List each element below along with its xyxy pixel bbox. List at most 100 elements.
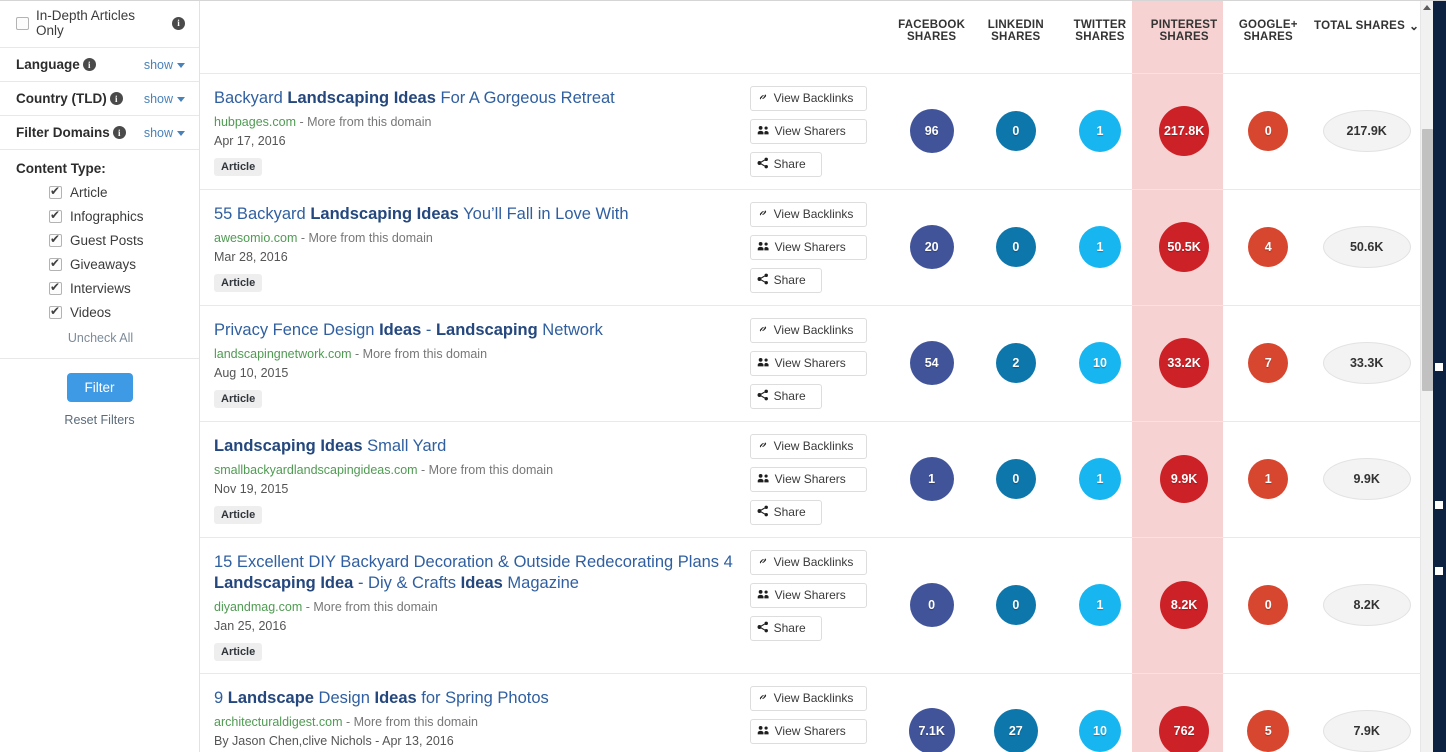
content-type-item-giveaways[interactable]: Giveaways xyxy=(16,256,185,272)
total-shares-pill: 50.6K xyxy=(1322,226,1411,268)
results-panel: FACEBOOK SHARES LINKEDIN SHARES TWITTER … xyxy=(200,1,1446,752)
article-title-link[interactable]: 15 Excellent DIY Backyard Decoration & O… xyxy=(214,552,736,594)
results-scrollbar-thumb[interactable] xyxy=(1422,129,1433,391)
linkedin-shares-cell: 0 xyxy=(974,73,1058,189)
content-type-item-videos[interactable]: Videos xyxy=(16,304,185,320)
filter-group-filter-domains-title: Filter Domains i xyxy=(16,125,144,140)
uncheck-all-link[interactable]: Uncheck All xyxy=(16,329,185,346)
facebook-shares-bubble: 20 xyxy=(909,225,954,269)
share-nodes-icon xyxy=(757,621,769,636)
content-type-title: Content Type: xyxy=(16,161,106,176)
share-nodes-action-button[interactable]: Share xyxy=(749,267,822,293)
content-type-checkbox-guest-posts[interactable] xyxy=(49,232,62,247)
total-shares-cell: 9.9K xyxy=(1310,421,1423,537)
link-action-button[interactable]: View Backlinks xyxy=(749,85,867,111)
share-nodes-icon xyxy=(757,505,769,520)
row-actions-cell: View BacklinksView SharersShare xyxy=(749,673,890,752)
users-action-button[interactable]: View Sharers xyxy=(749,718,867,744)
article-domain-link[interactable]: landscapingnetwork.com xyxy=(214,347,352,361)
article-domain-link[interactable]: diyandmag.com xyxy=(214,600,302,614)
share-nodes-icon xyxy=(757,389,769,404)
results-table-header: FACEBOOK SHARES LINKEDIN SHARES TWITTER … xyxy=(200,1,1423,73)
link-action-button[interactable]: View Backlinks xyxy=(749,549,867,575)
filter-group-country-tld-label: Country (TLD) xyxy=(16,91,107,106)
linkedin-shares-bubble: 27 xyxy=(993,709,1038,752)
more-from-domain-link[interactable]: - More from this domain xyxy=(302,600,438,614)
more-from-domain-link[interactable]: - More from this domain xyxy=(418,463,553,477)
header-linkedin-shares[interactable]: LINKEDIN SHARES xyxy=(974,1,1058,73)
linkedin-shares-bubble: 0 xyxy=(995,227,1036,267)
share-nodes-action-button[interactable]: Share xyxy=(749,151,822,177)
article-cell: Privacy Fence Design Ideas - Landscaping… xyxy=(200,305,750,421)
content-type-checkbox-interviews[interactable] xyxy=(49,280,62,295)
users-action-button[interactable]: View Sharers xyxy=(749,466,867,492)
content-type-item-interviews[interactable]: Interviews xyxy=(16,280,185,296)
users-action-button[interactable]: View Sharers xyxy=(749,582,867,608)
users-action-button[interactable]: View Sharers xyxy=(749,234,867,260)
header-twitter-shares[interactable]: TWITTER SHARES xyxy=(1058,1,1142,73)
filter-group-language-toggle[interactable]: show xyxy=(144,58,185,72)
content-type-checkbox-article[interactable] xyxy=(49,184,62,199)
filter-group-filter-domains-label: Filter Domains xyxy=(16,125,110,140)
article-domain-link[interactable]: smallbackyardlandscapingideas.com xyxy=(214,463,418,477)
scroll-up-arrow-icon[interactable] xyxy=(1423,5,1431,10)
header-total-shares[interactable]: TOTAL SHARES ⌄ xyxy=(1310,1,1423,73)
content-type-checkbox-infographics[interactable] xyxy=(49,208,62,223)
link-action-button[interactable]: View Backlinks xyxy=(749,433,867,459)
total-shares-pill: 9.9K xyxy=(1322,458,1411,500)
article-title-link[interactable]: Landscaping Ideas Small Yard xyxy=(214,436,736,457)
filter-group-country-tld-title: Country (TLD) i xyxy=(16,91,144,106)
results-scrollbar[interactable] xyxy=(1420,1,1433,752)
link-action-button[interactable]: View Backlinks xyxy=(749,201,867,227)
info-icon[interactable]: i xyxy=(112,126,126,139)
article-date: By Jason Chen,clive Nichols - Apr 13, 20… xyxy=(214,733,454,748)
share-nodes-action-button[interactable]: Share xyxy=(749,615,822,641)
article-title-link[interactable]: 55 Backyard Landscaping Ideas You’ll Fal… xyxy=(214,204,736,225)
filter-group-filter-domains[interactable]: Filter Domains i show xyxy=(0,116,199,150)
header-pinterest-shares[interactable]: PINTEREST SHARES xyxy=(1142,1,1226,73)
link-action-button[interactable]: View Backlinks xyxy=(749,685,867,711)
article-domain-link[interactable]: hubpages.com xyxy=(214,115,296,129)
more-from-domain-link[interactable]: - More from this domain xyxy=(296,115,431,129)
reset-filters-link[interactable]: Reset Filters xyxy=(0,413,199,427)
article-title-link[interactable]: 9 Landscape Design Ideas for Spring Phot… xyxy=(214,688,736,709)
users-icon xyxy=(757,124,770,139)
article-domain-link[interactable]: architecturaldigest.com xyxy=(214,715,343,729)
twitter-shares-bubble: 10 xyxy=(1078,710,1121,752)
users-action-button[interactable]: View Sharers xyxy=(749,118,867,144)
filter-group-country-tld[interactable]: Country (TLD) i show xyxy=(0,82,199,116)
article-title-link[interactable]: Backyard Landscaping Ideas For A Gorgeou… xyxy=(214,88,736,109)
more-from-domain-link[interactable]: - More from this domain xyxy=(297,231,433,245)
article-domain-link[interactable]: awesomio.com xyxy=(214,231,297,245)
info-icon[interactable]: i xyxy=(172,16,185,30)
linkedin-shares-cell: 27 xyxy=(974,673,1058,752)
content-type-checkbox-videos[interactable] xyxy=(49,304,62,319)
filter-button[interactable]: Filter xyxy=(66,373,133,402)
more-from-domain-link[interactable]: - More from this domain xyxy=(352,347,487,361)
article-title-link[interactable]: Privacy Fence Design Ideas - Landscaping… xyxy=(214,320,736,341)
googleplus-shares-bubble: 0 xyxy=(1248,111,1289,151)
more-from-domain-link[interactable]: - More from this domain xyxy=(343,715,478,729)
link-action-button[interactable]: View Backlinks xyxy=(749,317,867,343)
users-action-button[interactable]: View Sharers xyxy=(749,350,867,376)
in-depth-articles-row[interactable]: In-Depth Articles Only i xyxy=(0,1,199,48)
in-depth-articles-checkbox[interactable] xyxy=(16,16,29,30)
info-icon[interactable]: i xyxy=(109,92,123,105)
filter-group-country-tld-toggle[interactable]: show xyxy=(144,92,185,106)
share-nodes-action-button[interactable]: Share xyxy=(749,383,822,409)
content-type-item-infographics[interactable]: Infographics xyxy=(16,208,185,224)
total-shares-cell: 50.6K xyxy=(1310,189,1423,305)
filter-group-filter-domains-toggle[interactable]: show xyxy=(144,126,185,140)
table-row: 55 Backyard Landscaping Ideas You’ll Fal… xyxy=(200,189,1423,305)
row-actions-cell: View Backlinks View Sharers Share xyxy=(749,305,890,421)
info-icon[interactable]: i xyxy=(82,58,96,71)
in-depth-articles-label[interactable]: In-Depth Articles Only i xyxy=(16,8,185,38)
content-type-checkbox-giveaways[interactable] xyxy=(49,256,62,271)
filter-group-language[interactable]: Language i show xyxy=(0,48,199,82)
header-googleplus-shares[interactable]: GOOGLE+ SHARES xyxy=(1226,1,1310,73)
header-facebook-shares[interactable]: FACEBOOK SHARES xyxy=(890,1,974,73)
share-nodes-action-button[interactable]: Share xyxy=(749,499,822,525)
content-type-item-guest-posts[interactable]: Guest Posts xyxy=(16,232,185,248)
chevron-down-icon xyxy=(177,130,185,136)
content-type-item-article[interactable]: Article xyxy=(16,184,185,200)
